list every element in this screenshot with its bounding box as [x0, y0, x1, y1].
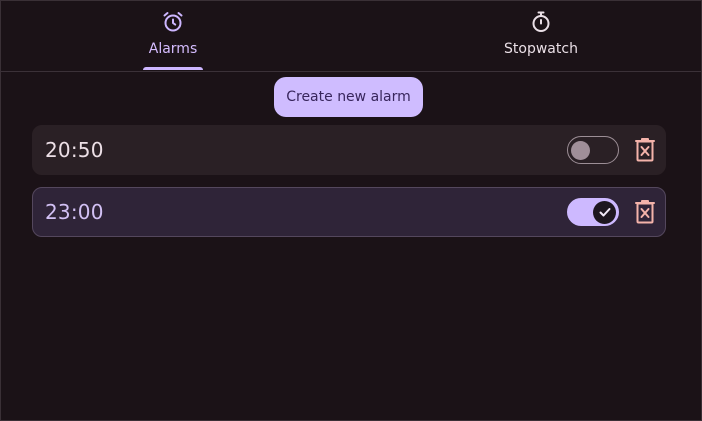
delete-alarm-button[interactable]	[633, 136, 657, 164]
alarm-time: 20:50	[45, 138, 104, 162]
alarm-time: 23:00	[45, 200, 104, 224]
create-alarm-button[interactable]: Create new alarm	[274, 77, 423, 117]
toggle-knob	[571, 141, 590, 160]
toggle-knob	[593, 200, 616, 224]
alarm-clock-icon	[163, 12, 183, 32]
selected-tab-indicator	[143, 67, 203, 70]
checkmark-icon	[599, 208, 610, 217]
alarm-list: 20:50 23:00	[32, 125, 666, 249]
delete-icon	[635, 200, 655, 224]
tab-stopwatch-label: Stopwatch	[504, 41, 578, 57]
tab-stopwatch[interactable]: Stopwatch	[491, 1, 591, 71]
tab-alarms[interactable]: Alarms	[123, 1, 223, 71]
alarm-toggle[interactable]	[567, 198, 619, 226]
alarm-toggle[interactable]	[567, 136, 619, 164]
tab-bar: Alarms Stopwatch	[1, 1, 701, 72]
alarm-row: 23:00	[32, 187, 666, 237]
app-window: Alarms Stopwatch Create new alarm 20:50	[0, 0, 702, 421]
tab-alarms-label: Alarms	[148, 41, 198, 57]
delete-icon	[635, 138, 655, 162]
alarm-row: 20:50	[32, 125, 666, 175]
delete-alarm-button[interactable]	[633, 198, 657, 226]
stopwatch-icon	[532, 11, 550, 32]
